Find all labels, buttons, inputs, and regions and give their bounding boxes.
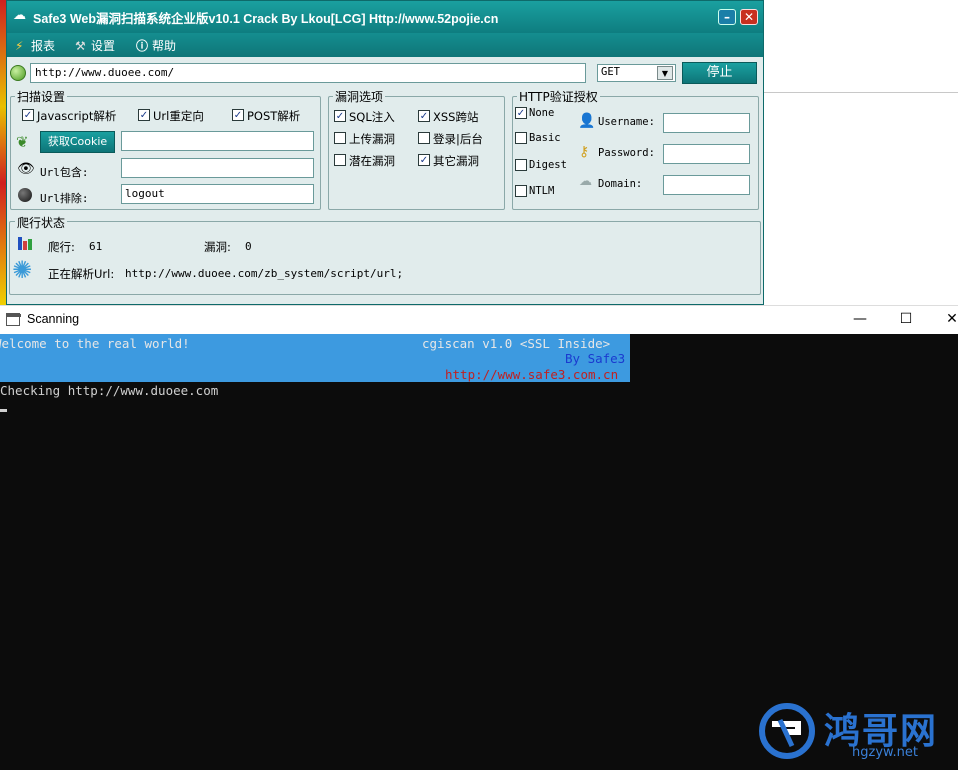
console-title-bar[interactable]: Scanning — ☐ ✕ <box>0 305 958 334</box>
login-checkbox[interactable] <box>418 132 430 144</box>
post-parse-label: POST解析 <box>247 109 301 123</box>
console-minimize-button[interactable]: — <box>845 311 875 327</box>
javascript-label: Javascript解析 <box>37 109 117 123</box>
chevron-down-icon[interactable]: ▼ <box>657 66 673 80</box>
background-area <box>764 0 958 305</box>
spinner-icon: ✺ <box>12 256 33 284</box>
banner-version: cgiscan v1.0 <SSL Inside> <box>422 336 611 351</box>
auth-basic-label: Basic <box>529 132 561 144</box>
domain-label: Domain: <box>598 178 643 190</box>
url-redirect-checkbox[interactable]: ✓ <box>138 109 150 121</box>
password-label: Password: <box>598 147 655 159</box>
vuln-options-title: 漏洞选项 <box>333 88 386 105</box>
domain-input[interactable] <box>663 175 750 195</box>
auth-basic-checkbox[interactable] <box>515 132 527 144</box>
menu-bar: ⚡ 报表 ⚒ 设置 ⓘ 帮助 <box>7 33 763 57</box>
crawled-label: 爬行: <box>48 240 75 254</box>
watermark-logo-icon <box>759 703 815 759</box>
scan-settings-title: 扫描设置 <box>15 88 68 105</box>
menu-report-label: 报表 <box>31 39 56 53</box>
menu-settings-label: 设置 <box>91 39 116 53</box>
other-checkbox[interactable]: ✓ <box>418 154 430 166</box>
password-input[interactable] <box>663 144 750 164</box>
bar-chart-icon-bar3 <box>28 239 32 250</box>
auth-digest-label: Digest <box>529 159 567 171</box>
url-include-input[interactable] <box>121 158 314 178</box>
upload-label: 上传漏洞 <box>349 132 395 146</box>
banner-url: http://www.safe3.com.cn <box>445 367 619 382</box>
sql-checkbox[interactable]: ✓ <box>334 110 346 122</box>
url-exclude-input[interactable]: logout <box>121 184 314 204</box>
branch-icon: ❦ <box>16 133 29 151</box>
menu-report[interactable]: ⚡ 报表 <box>15 37 55 54</box>
http-auth-title: HTTP验证授权 <box>517 88 600 105</box>
latent-label: 潜在漏洞 <box>349 154 395 168</box>
auth-none-checkbox[interactable]: ✓ <box>515 107 527 119</box>
watermark-subtext: hgzyw.net <box>852 745 918 760</box>
login-label: 登录|后台 <box>433 132 483 146</box>
console-maximize-button[interactable]: ☐ <box>891 311 921 327</box>
minimize-button[interactable]: – <box>718 9 736 25</box>
console-output-line: Checking http://www.duoee.com <box>0 383 219 398</box>
username-input[interactable] <box>663 113 750 133</box>
console-cursor <box>0 409 7 412</box>
tools-icon: ⚒ <box>75 39 86 53</box>
eye-icon: 👁 <box>17 161 35 177</box>
console-close-button[interactable]: ✕ <box>937 311 958 327</box>
bar-chart-icon <box>18 237 22 250</box>
banner-author: By Safe3 <box>565 351 626 366</box>
banner-welcome: Welcome to the real world! <box>0 336 190 351</box>
console-title: Scanning <box>27 312 80 326</box>
crawled-value: 61 <box>89 240 103 253</box>
bomb-icon <box>18 188 32 202</box>
vuln-count-value: 0 <box>245 240 252 253</box>
post-parse-checkbox[interactable]: ✓ <box>232 109 244 121</box>
close-button[interactable]: ✕ <box>740 9 758 25</box>
crawl-status-group <box>9 221 761 295</box>
auth-digest-checkbox[interactable] <box>515 159 527 171</box>
globe-icon <box>10 65 26 81</box>
auth-ntlm-checkbox[interactable] <box>515 185 527 197</box>
cloud-domain-icon: ☁ <box>579 174 592 189</box>
key-icon: ⚷ <box>579 144 590 160</box>
xss-checkbox[interactable]: ✓ <box>418 110 430 122</box>
console-banner: Welcome to the real world! cgiscan v1.0 … <box>0 334 630 382</box>
help-icon: ⓘ <box>136 39 149 53</box>
parsing-label: 正在解析Url: <box>48 267 115 281</box>
other-label: 其它漏洞 <box>433 154 479 168</box>
menu-help[interactable]: ⓘ 帮助 <box>136 37 176 54</box>
crawl-status-title: 爬行状态 <box>15 214 68 231</box>
javascript-checkbox[interactable]: ✓ <box>22 109 34 121</box>
auth-none-label: None <box>529 107 555 119</box>
vuln-count-label: 漏洞: <box>204 240 231 254</box>
sql-label: SQL注入 <box>349 110 395 124</box>
bar-chart-icon-bar2 <box>23 241 27 250</box>
username-label: Username: <box>598 116 655 128</box>
cookie-input[interactable] <box>121 131 314 151</box>
url-include-label: Url包含: <box>40 166 89 179</box>
title-bar[interactable]: ☁ Safe3 Web漏洞扫描系统企业版v10.1 Crack By Lkou[… <box>7 1 763 33</box>
url-input[interactable]: http://www.duoee.com/ <box>30 63 586 83</box>
console-window-icon <box>6 313 21 326</box>
lightning-icon: ⚡ <box>15 39 24 53</box>
console-window: Scanning — ☐ ✕ Welcome to the real world… <box>0 305 958 770</box>
url-redirect-label: Url重定向 <box>153 109 204 123</box>
xss-label: XSS跨站 <box>433 110 479 124</box>
cloud-icon: ☁ <box>13 8 26 23</box>
latent-checkbox[interactable] <box>334 154 346 166</box>
menu-settings[interactable]: ⚒ 设置 <box>75 37 115 54</box>
safe3-window: ☁ Safe3 Web漏洞扫描系统企业版v10.1 Crack By Lkou[… <box>6 0 764 305</box>
menu-help-label: 帮助 <box>152 39 177 53</box>
get-cookie-button[interactable]: 获取Cookie <box>40 131 115 153</box>
auth-ntlm-label: NTLM <box>529 185 555 197</box>
upload-checkbox[interactable] <box>334 132 346 144</box>
url-exclude-label: Url排除: <box>40 192 89 205</box>
user-icon: 👤 <box>578 113 596 129</box>
parsing-url: http://www.duoee.com/zb_system/script/ur… <box>125 267 404 280</box>
background-divider <box>764 92 958 93</box>
stop-button[interactable]: 停止 <box>682 62 757 84</box>
window-title: Safe3 Web漏洞扫描系统企业版v10.1 Crack By Lkou[LC… <box>33 12 499 26</box>
